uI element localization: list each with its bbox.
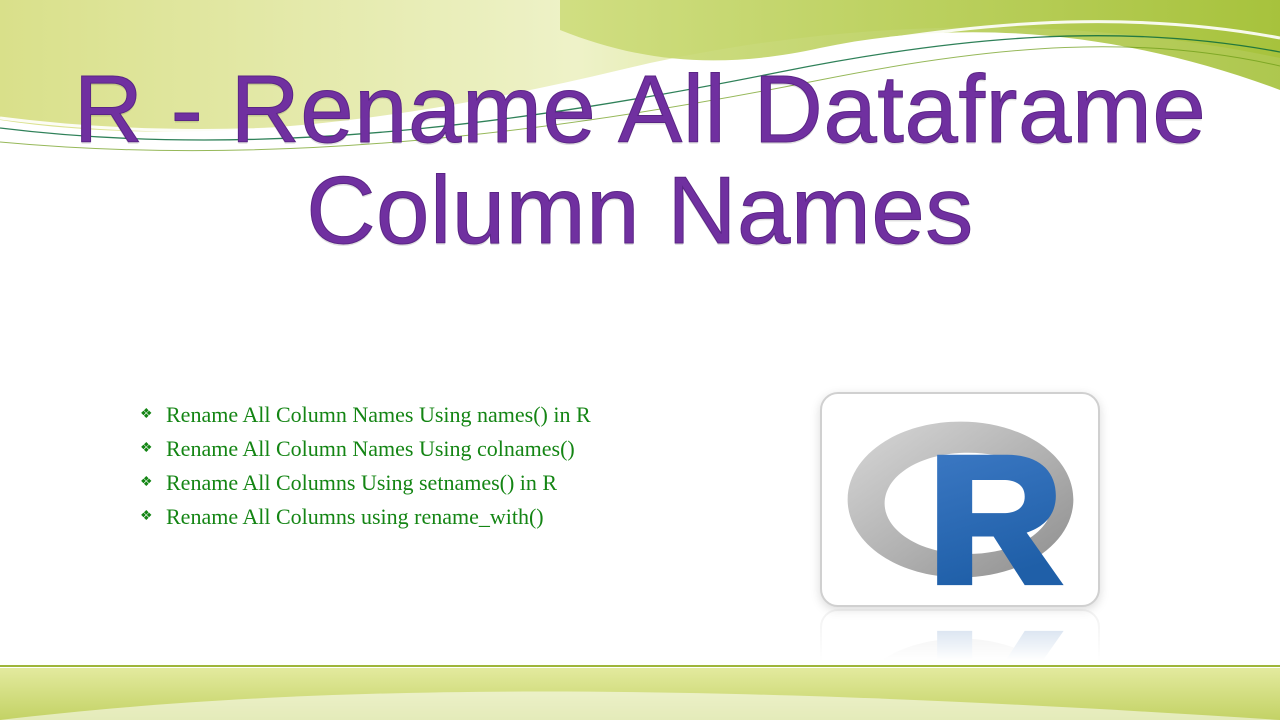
r-logo-card [820,392,1100,607]
r-logo-icon [843,410,1078,590]
list-item: Rename All Column Names Using colnames() [140,432,780,466]
bullet-text: Rename All Columns using rename_with() [166,500,544,534]
title-line-1: R - Rename All Dataframe [74,56,1206,163]
bullet-text: Rename All Column Names Using names() in… [166,398,591,432]
title-line-2: Column Names [306,157,974,264]
bottom-swoosh-decoration [0,660,1280,720]
list-item: Rename All Columns Using setnames() in R [140,466,780,500]
bullet-icon [140,442,154,456]
list-item: Rename All Columns using rename_with() [140,500,780,534]
bullet-icon [140,408,154,422]
bullet-icon [140,510,154,524]
bullet-list: Rename All Column Names Using names() in… [140,398,780,534]
slide: R - Rename All Dataframe Column Names Re… [0,0,1280,720]
bullet-icon [140,476,154,490]
slide-title: R - Rename All Dataframe Column Names [0,60,1280,262]
bullet-text: Rename All Column Names Using colnames() [166,432,575,466]
list-item: Rename All Column Names Using names() in… [140,398,780,432]
bullet-text: Rename All Columns Using setnames() in R [166,466,557,500]
